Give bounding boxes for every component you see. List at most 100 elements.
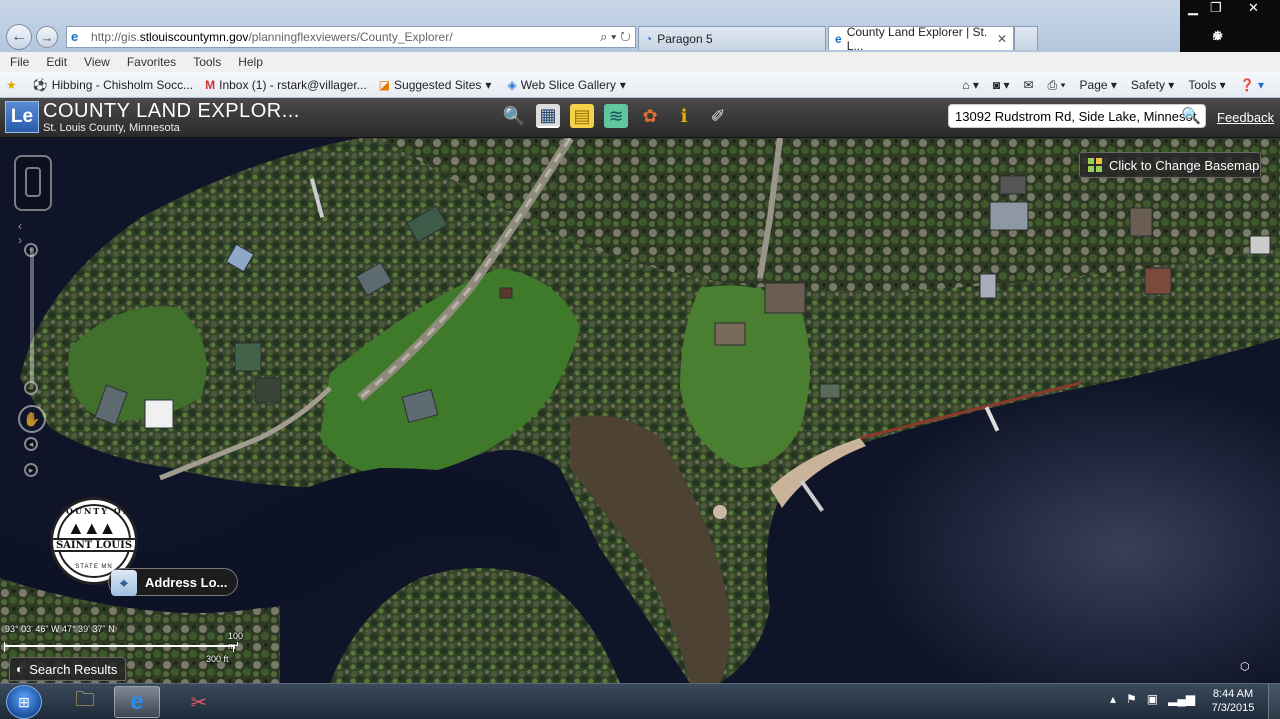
tab-page-icon: ◔ xyxy=(645,31,653,46)
forward-button[interactable]: → xyxy=(36,26,58,48)
fav-hibbing[interactable]: ⚽ Hibbing - Chisholm Socc... xyxy=(33,78,193,92)
device-icon[interactable]: ▣ xyxy=(1147,692,1158,706)
aerial-map[interactable]: ‹ › + − ✋ ◂ ▸ xyxy=(0,138,1280,683)
layers-tool-icon[interactable]: ≋ xyxy=(604,104,628,128)
action-center-flag-icon[interactable]: ⚑ xyxy=(1126,692,1137,706)
search-icon[interactable]: 🔍 xyxy=(1181,106,1201,126)
address-locator-icon: ⌖ xyxy=(111,570,137,596)
taskbar-internet-explorer[interactable]: e xyxy=(114,686,160,718)
print-icon[interactable]: ⎙ ▾ xyxy=(1048,78,1066,93)
feeds-icon[interactable]: ◙ ▾ xyxy=(993,78,1010,92)
clock-date: 7/3/2015 xyxy=(1211,702,1255,714)
fav-web-slice-gallery[interactable]: ◈ Web Slice Gallery ▾ xyxy=(507,78,629,92)
cmd-tools[interactable]: Tools ▾ xyxy=(1188,78,1225,92)
map-coordinates: 93° 03' 46" W 47° 39' 37" N xyxy=(5,624,115,634)
menu-favorites[interactable]: Favorites xyxy=(127,55,176,69)
taskbar-file-explorer[interactable]: 🗀 xyxy=(62,686,108,718)
tab-label: County Land Explorer | St. L... xyxy=(846,24,988,53)
suggested-sites-icon: ◪ xyxy=(378,77,391,92)
tab-label: Paragon 5 xyxy=(657,31,713,46)
fav-inbox[interactable]: M Inbox (1) - rstark@villager... xyxy=(205,78,367,92)
map-navigation-control: ‹ › + − ✋ ◂ ▸ xyxy=(14,155,54,485)
new-tab-button[interactable] xyxy=(1014,26,1038,50)
window-controls: ▁ ❐ ✕ ⌂ ★ ⚙ xyxy=(1180,0,1280,52)
tab-county-land-explorer[interactable]: e County Land Explorer | St. L... ✕ xyxy=(828,24,1014,53)
system-clock[interactable]: 8:44 AM 7/3/2015 xyxy=(1208,687,1258,715)
zoom-slider[interactable] xyxy=(30,247,34,387)
menu-file[interactable]: File xyxy=(10,55,29,69)
tab-close-icon[interactable]: ✕ xyxy=(997,32,1007,46)
measure-tool-icon[interactable]: ✐ xyxy=(706,104,730,128)
url-path: /planningflexviewers/County_Explorer/ xyxy=(248,30,453,44)
search-tool-icon[interactable]: 🔍 xyxy=(502,104,526,128)
notes-tool-icon[interactable]: ▤ xyxy=(570,104,594,128)
fav-suggested-sites[interactable]: ◪ Suggested Sites ▾ xyxy=(379,78,496,92)
pan-control[interactable] xyxy=(14,155,52,211)
back-arrow-icon: ← xyxy=(11,28,27,45)
pan-arrows[interactable]: ‹ › xyxy=(18,219,54,247)
cmd-page[interactable]: Page ▾ xyxy=(1080,78,1117,92)
scale-feet: 300 ft xyxy=(206,654,229,664)
pine-trees-icon: ▲▲▲ xyxy=(67,518,116,538)
favorites-star[interactable]: ★ xyxy=(6,78,21,92)
aerial-imagery xyxy=(0,138,1280,683)
map-tool-icon[interactable]: ▦ xyxy=(536,104,560,128)
chevron-down-icon: ▾ xyxy=(619,77,626,92)
close-window-icon[interactable]: ✕ xyxy=(1248,0,1259,16)
gmail-icon: M xyxy=(205,77,216,92)
show-desktop-button[interactable] xyxy=(1268,684,1280,719)
tray-expand-icon[interactable]: ▴ xyxy=(1110,692,1116,706)
search-results-tab[interactable]: ◐ Search Results xyxy=(9,657,126,681)
app-title: COUNTY LAND EXPLOR... xyxy=(43,100,300,122)
web-slice-icon: ◈ xyxy=(507,77,517,92)
address-bar[interactable]: e http://gis. stlouiscountymn.gov/plannin… xyxy=(66,26,636,48)
minimize-icon[interactable]: ▁ xyxy=(1188,0,1198,16)
forward-arrow-icon: → xyxy=(40,29,54,45)
restore-icon[interactable]: ❐ xyxy=(1210,0,1222,16)
menu-tools[interactable]: Tools xyxy=(193,55,221,69)
windows-taskbar: ⊞ 🗀 e ✂ ▴ ⚑ ▣ ▂▄▆ 8:44 AM 7/3/2015 xyxy=(0,683,1280,719)
app-logo: Le xyxy=(5,101,39,133)
menu-help[interactable]: Help xyxy=(238,55,263,69)
basemap-grid-icon xyxy=(1088,158,1102,172)
feedback-link[interactable]: Feedback xyxy=(1217,110,1274,125)
toolbar: 🔍 ▦ ▤ ≋ ✿ ℹ ✐ xyxy=(502,104,730,128)
mail-icon[interactable]: ✉ xyxy=(1023,78,1033,92)
cmd-safety[interactable]: Safety ▾ xyxy=(1131,78,1174,92)
clock-time: 8:44 AM xyxy=(1212,688,1254,700)
info-tool-icon[interactable]: ℹ xyxy=(672,104,696,128)
help-icon[interactable]: ❓ ▾ xyxy=(1240,78,1264,92)
soccer-site-icon: ⚽ xyxy=(32,77,48,92)
change-basemap-button[interactable]: Click to Change Basemap xyxy=(1079,152,1261,178)
next-extent-icon[interactable]: ▸ xyxy=(24,463,38,477)
print-tool-icon[interactable]: ✿ xyxy=(638,104,662,128)
address-search-input[interactable]: 13092 Rudstrom Rd, Side Lake, Minnesot 🔍 xyxy=(948,104,1206,128)
snipping-tool-icon: ✂ xyxy=(190,691,208,714)
corner-badge-icon: ⬡ xyxy=(1240,661,1250,673)
taskbar-snipping-tool[interactable]: ✂ xyxy=(176,686,222,718)
pan-hand-icon[interactable]: ✋ xyxy=(18,405,46,433)
menu-edit[interactable]: Edit xyxy=(46,55,67,69)
start-button[interactable]: ⊞ xyxy=(6,685,42,719)
network-signal-icon[interactable]: ▂▄▆ xyxy=(1168,692,1195,706)
zoom-out-icon[interactable]: − xyxy=(24,381,38,395)
home-dropdown-icon[interactable]: ⌂ ▾ xyxy=(962,78,979,92)
previous-extent-icon[interactable]: ◂ xyxy=(24,437,38,451)
screen: ← → e http://gis. stlouiscountymn.gov/pla… xyxy=(0,0,1280,719)
system-tray: ▴ ⚑ ▣ ▂▄▆ xyxy=(1110,692,1195,706)
menu-bar: File Edit View Favorites Tools Help xyxy=(0,52,1280,72)
address-locator-widget[interactable]: ⌖ Address Lo... xyxy=(108,568,239,596)
favorites-bar: ★ ⚽ Hibbing - Chisholm Socc... M Inbox (1)… xyxy=(0,72,1280,98)
ie-page-icon: e xyxy=(71,29,79,44)
address-search-refresh-icons[interactable]: ⌕ ▾ ↻ xyxy=(600,29,631,45)
chevron-down-icon: ▾ xyxy=(485,77,492,92)
tab-paragon[interactable]: ◔ Paragon 5 xyxy=(638,26,826,50)
app-header: Le COUNTY LAND EXPLOR... St. Louis Count… xyxy=(0,98,1280,138)
folder-icon: 🗀 xyxy=(75,689,95,711)
back-button[interactable]: ← xyxy=(6,24,32,50)
add-favorite-star-icon: ★ xyxy=(6,77,17,92)
settings-gear-icon[interactable]: ⚙ xyxy=(1212,28,1230,44)
menu-view[interactable]: View xyxy=(84,55,110,69)
browser-titlebar: ← → e http://gis. stlouiscountymn.gov/pla… xyxy=(0,0,1280,53)
search-results-icon: ◐ xyxy=(16,662,24,676)
